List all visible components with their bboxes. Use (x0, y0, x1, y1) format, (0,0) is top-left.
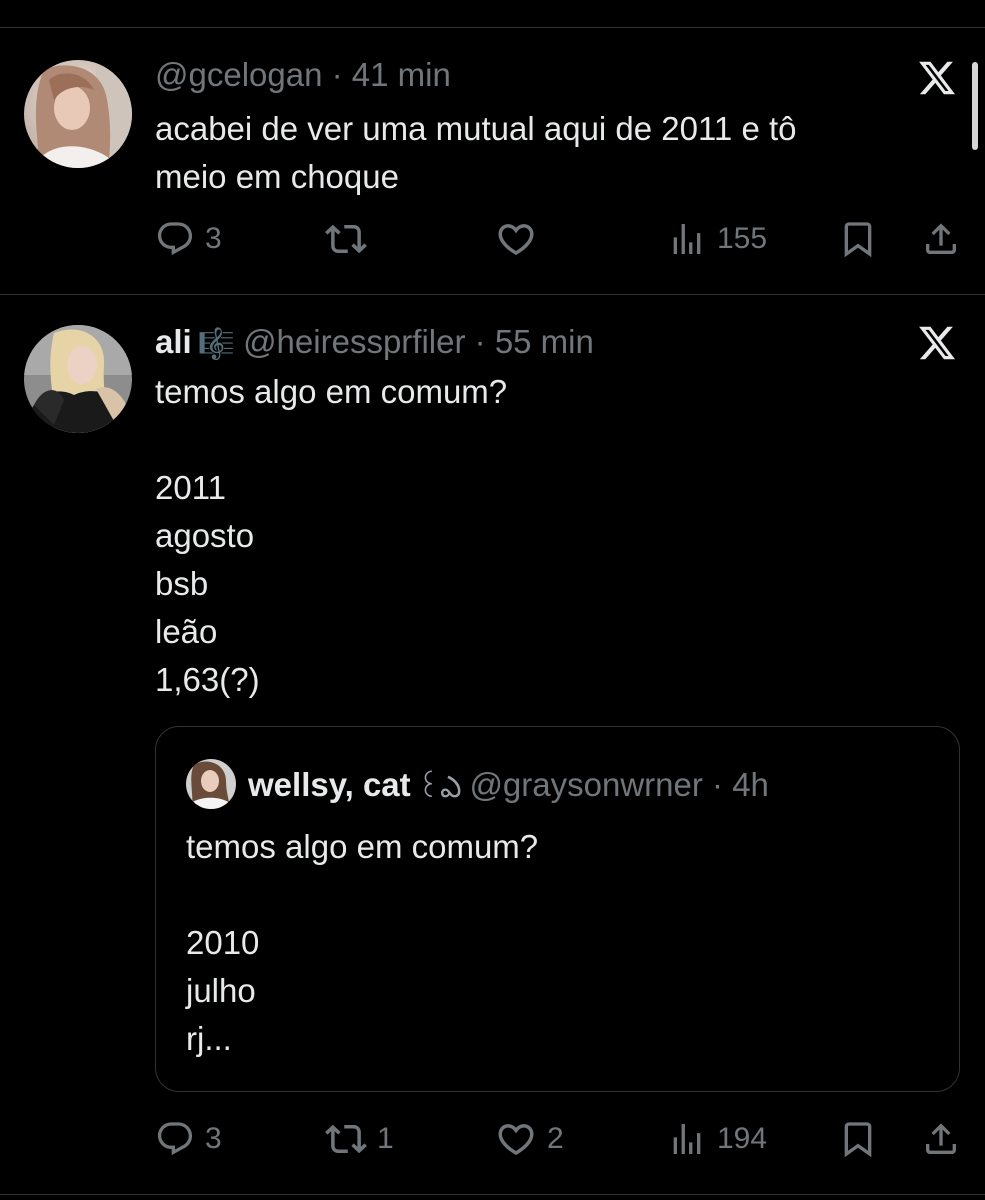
views-button[interactable]: 155 (667, 215, 767, 263)
quote-timestamp[interactable]: 4h (732, 766, 769, 803)
like-button[interactable]: 2 (495, 1115, 564, 1163)
tweet-text: temos algo em comum? 2011 agosto bsb leã… (155, 373, 508, 698)
quote-text: temos algo em comum? 2010 julho rj... (186, 828, 539, 1057)
repost-button[interactable]: 1 (325, 1115, 394, 1163)
timestamp[interactable]: 55 min (495, 323, 594, 360)
like-count: 2 (547, 1122, 564, 1155)
repost-icon (325, 1124, 367, 1154)
reply-count: 3 (205, 222, 222, 255)
tweet-divider (0, 294, 985, 295)
avatar[interactable] (24, 325, 132, 433)
share-button[interactable] (921, 215, 961, 263)
bookmark-icon (844, 1122, 872, 1158)
action-bar: 3 1 2 194 (155, 1115, 967, 1163)
tweet-text: acabei de ver uma mutual aqui de 2011 e … (155, 110, 797, 195)
separator-dot: · (474, 323, 486, 360)
share-icon (926, 1123, 956, 1154)
quoted-tweet[interactable]: wellsy, cat ꒰ఎ @graysonwrner · 4h temos al… (155, 726, 960, 1092)
repost-count: 1 (377, 1122, 394, 1155)
like-button[interactable] (495, 215, 547, 263)
action-bar: 3 155 (155, 215, 967, 263)
views-icon (673, 1124, 701, 1154)
view-count: 194 (717, 1122, 768, 1155)
reply-button[interactable]: 3 (155, 1115, 222, 1163)
share-button[interactable] (921, 1115, 961, 1163)
reply-icon (157, 222, 193, 256)
quote-avatar[interactable] (186, 759, 236, 809)
bookmark-icon (844, 222, 872, 258)
separator-dot: · (331, 56, 343, 93)
share-icon (926, 223, 956, 254)
top-divider (0, 27, 985, 28)
bottom-divider (0, 1194, 985, 1195)
bookmark-button[interactable] (838, 215, 878, 263)
repost-button[interactable] (325, 215, 377, 263)
user-handle[interactable]: @heiressprfiler (243, 323, 465, 360)
views-button[interactable]: 194 (667, 1115, 767, 1163)
views-icon (673, 224, 701, 254)
tweet-header: @gcelogan · 41 min (155, 55, 955, 95)
quote-user-handle[interactable]: @graysonwrner (469, 766, 702, 803)
scrollbar[interactable] (972, 62, 978, 150)
reply-button[interactable]: 3 (155, 215, 222, 263)
quote-emoji: ꒰ఎ (416, 771, 462, 804)
x-logo-icon (919, 61, 956, 95)
view-count: 155 (717, 222, 768, 255)
music-score-emoji: 🎼 (197, 328, 236, 361)
tweet-header: ali 🎼 @heiressprfiler · 55 min (155, 322, 955, 362)
quote-header: wellsy, cat ꒰ఎ @graysonwrner · 4h (248, 763, 769, 807)
x-logo-icon (919, 326, 956, 360)
separator-dot: · (712, 766, 724, 803)
reply-icon (157, 1122, 193, 1156)
repost-icon (325, 224, 367, 254)
user-handle[interactable]: @gcelogan (155, 56, 322, 93)
reply-count: 3 (205, 1122, 222, 1155)
heart-icon (498, 224, 534, 256)
quote-display-name[interactable]: wellsy, cat (248, 766, 411, 803)
bookmark-button[interactable] (838, 1115, 878, 1163)
timestamp[interactable]: 41 min (352, 56, 451, 93)
avatar[interactable] (24, 60, 132, 168)
display-name[interactable]: ali (155, 323, 192, 360)
heart-icon (498, 1124, 534, 1156)
